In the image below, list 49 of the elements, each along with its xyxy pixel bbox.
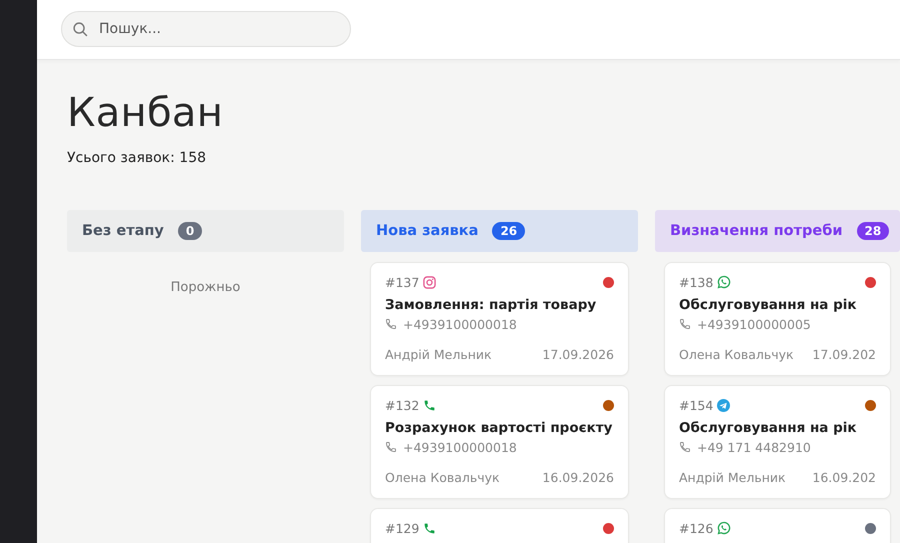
lead-card[interactable]: #138 Обслуговування на рік +4939100000005 Олена Ковальчук 17.09.202 [664,262,891,376]
lead-number: #138 [679,274,714,290]
manager-name: Андрій Мельник [385,346,492,362]
manager-name: Олена Ковальчук [679,346,794,362]
chat-bubble-icon [717,275,732,290]
camera-icon [423,276,436,289]
manager-name: Олена Ковальчук [385,470,500,485]
column-title: Визначення потреби [670,222,843,239]
lead-card[interactable]: #132 Розрахунок вартості проєкту +4939100000018 Олена Ковальчук 16.09.2026 [370,384,629,499]
lead-title: Обслуговування на рік [679,420,858,436]
count-badge: 28 [856,222,890,240]
phone-number: +4939100000018 [403,440,517,455]
phone-icon [423,398,436,412]
search-icon [72,21,89,38]
lead-number: #137 [385,274,420,290]
phone-number: +4939100000018 [403,316,517,332]
phone-number: +4939100000005 [697,316,811,332]
lead-number: #129 [385,520,420,536]
empty-message: Порожньо [170,278,240,297]
phone-number: +49 171 4482910 [697,440,811,455]
lead-date: 17.09.202 [812,346,876,362]
lead-title: Обслуговування на рік [679,296,858,313]
manager-name: Андрій Мельник [679,470,786,485]
phone-icon [679,441,691,454]
search-field[interactable]: Пошук... [61,11,351,48]
phone-icon [423,522,436,535]
lead-date: 16.09.2026 [542,470,614,485]
lead-date: 16.09.202 [812,470,876,485]
column-title: Нова заявка [376,222,478,239]
phone-icon [679,318,691,330]
chat-bubble-icon [717,521,732,536]
count-badge: 0 [178,222,202,240]
paper-plane-icon [717,398,730,412]
lead-card[interactable]: #129 [370,508,629,543]
lead-date: 17.09.2026 [542,346,614,362]
lead-card[interactable]: #126 [664,508,891,543]
total-count: Усього заявок: 158 [67,150,208,166]
lead-number: #126 [679,520,714,536]
phone-icon [385,318,397,330]
lead-number: #154 [679,398,714,413]
phone-icon [385,441,397,454]
lead-card[interactable]: #137 Замовлення: партія товару +4939100000018 Андрій Мельник 17.09.2026 [370,262,629,376]
lead-card[interactable]: #154 Обслуговування на рік +49 171 4482910 Андрій Мельник 16.09.202 [664,384,891,499]
lead-number: #132 [385,398,420,413]
column-title: Без етапу [82,222,164,239]
lead-title: Розрахунок вартості проєкту [385,420,614,436]
count-badge: 26 [492,222,526,240]
lead-title: Замовлення: партія товару [385,296,598,313]
page-title: Канбан [67,90,224,136]
